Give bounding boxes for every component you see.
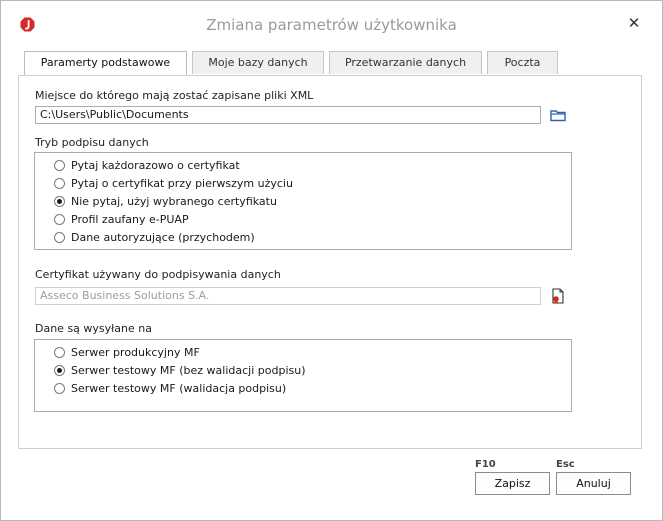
certificate-input[interactable]: Asseco Business Solutions S.A. [35,287,541,305]
radio-button-checked[interactable] [54,195,65,207]
radio-label: Pytaj o certyfikat przy pierwszym użyciu [71,176,293,190]
send-option-test-no-validation[interactable]: Serwer testowy MF (bez walidacji podpisu… [54,362,306,378]
tab-panel: Miejsce do którego mają zostać zapisane … [18,75,642,449]
radio-label: Dane autoryzujące (przychodem) [71,230,255,244]
signature-option-use-selected[interactable]: Nie pytaj, użyj wybranego certyfikatu [54,193,277,209]
radio-label: Serwer testowy MF (walidacja podpisu) [71,381,287,395]
signature-option-ask-first-use[interactable]: Pytaj o certyfikat przy pierwszym użyciu [54,175,293,191]
send-option-test-validation[interactable]: Serwer testowy MF (walidacja podpisu) [54,380,286,396]
radio-button[interactable] [54,346,65,358]
radio-label: Nie pytaj, użyj wybranego certyfikatu [71,194,277,208]
folder-icon[interactable] [549,106,567,124]
send-target-group: Serwer produkcyjny MF Serwer testowy MF … [34,339,572,412]
radio-button[interactable] [54,382,65,394]
radio-label: Pytaj każdorazowo o certyfikat [71,158,240,172]
radio-button[interactable] [54,231,65,243]
signature-option-always-ask[interactable]: Pytaj każdorazowo o certyfikat [54,157,240,173]
radio-button[interactable] [54,177,65,189]
certificate-icon[interactable] [549,287,567,305]
save-button[interactable]: Zapisz [475,472,550,495]
signature-option-epuap[interactable]: Profil zaufany e-PUAP [54,211,189,227]
send-option-production[interactable]: Serwer produkcyjny MF [54,344,200,360]
tab-basic-parameters[interactable]: Paramerty podstawowe [24,51,187,77]
cancel-button[interactable]: Anuluj [556,472,631,495]
save-shortcut: F10 [475,459,496,470]
radio-label: Serwer produkcyjny MF [71,345,200,359]
close-button[interactable]: ✕ [625,14,643,32]
close-icon: ✕ [627,14,641,32]
send-target-label: Dane są wysyłane na [35,322,152,335]
dialog-title: Zmiana parametrów użytkownika [206,16,457,34]
xml-location-input[interactable]: C:\Users\Public\Documents [35,106,541,124]
radio-label: Serwer testowy MF (bez walidacji podpisu… [71,363,306,377]
cancel-shortcut: Esc [556,459,575,470]
tab-mail[interactable]: Poczta [487,51,558,74]
xml-location-label: Miejsce do którego mają zostać zapisane … [35,89,314,102]
tab-data-processing[interactable]: Przetwarzanie danych [329,51,482,74]
certificate-label: Certyfikat używany do podpisywania danyc… [35,268,281,281]
signature-option-auth-data[interactable]: Dane autoryzujące (przychodem) [54,229,255,245]
dialog-window: Zmiana parametrów użytkownika ✕ Paramert… [0,0,663,521]
radio-button-checked[interactable] [54,364,65,376]
radio-button[interactable] [54,159,65,171]
signature-mode-label: Tryb podpisu danych [35,136,149,149]
radio-button[interactable] [54,213,65,225]
signature-mode-group: Pytaj każdorazowo o certyfikat Pytaj o c… [34,152,572,250]
tab-my-databases[interactable]: Moje bazy danych [192,51,324,74]
radio-label: Profil zaufany e-PUAP [71,212,189,226]
